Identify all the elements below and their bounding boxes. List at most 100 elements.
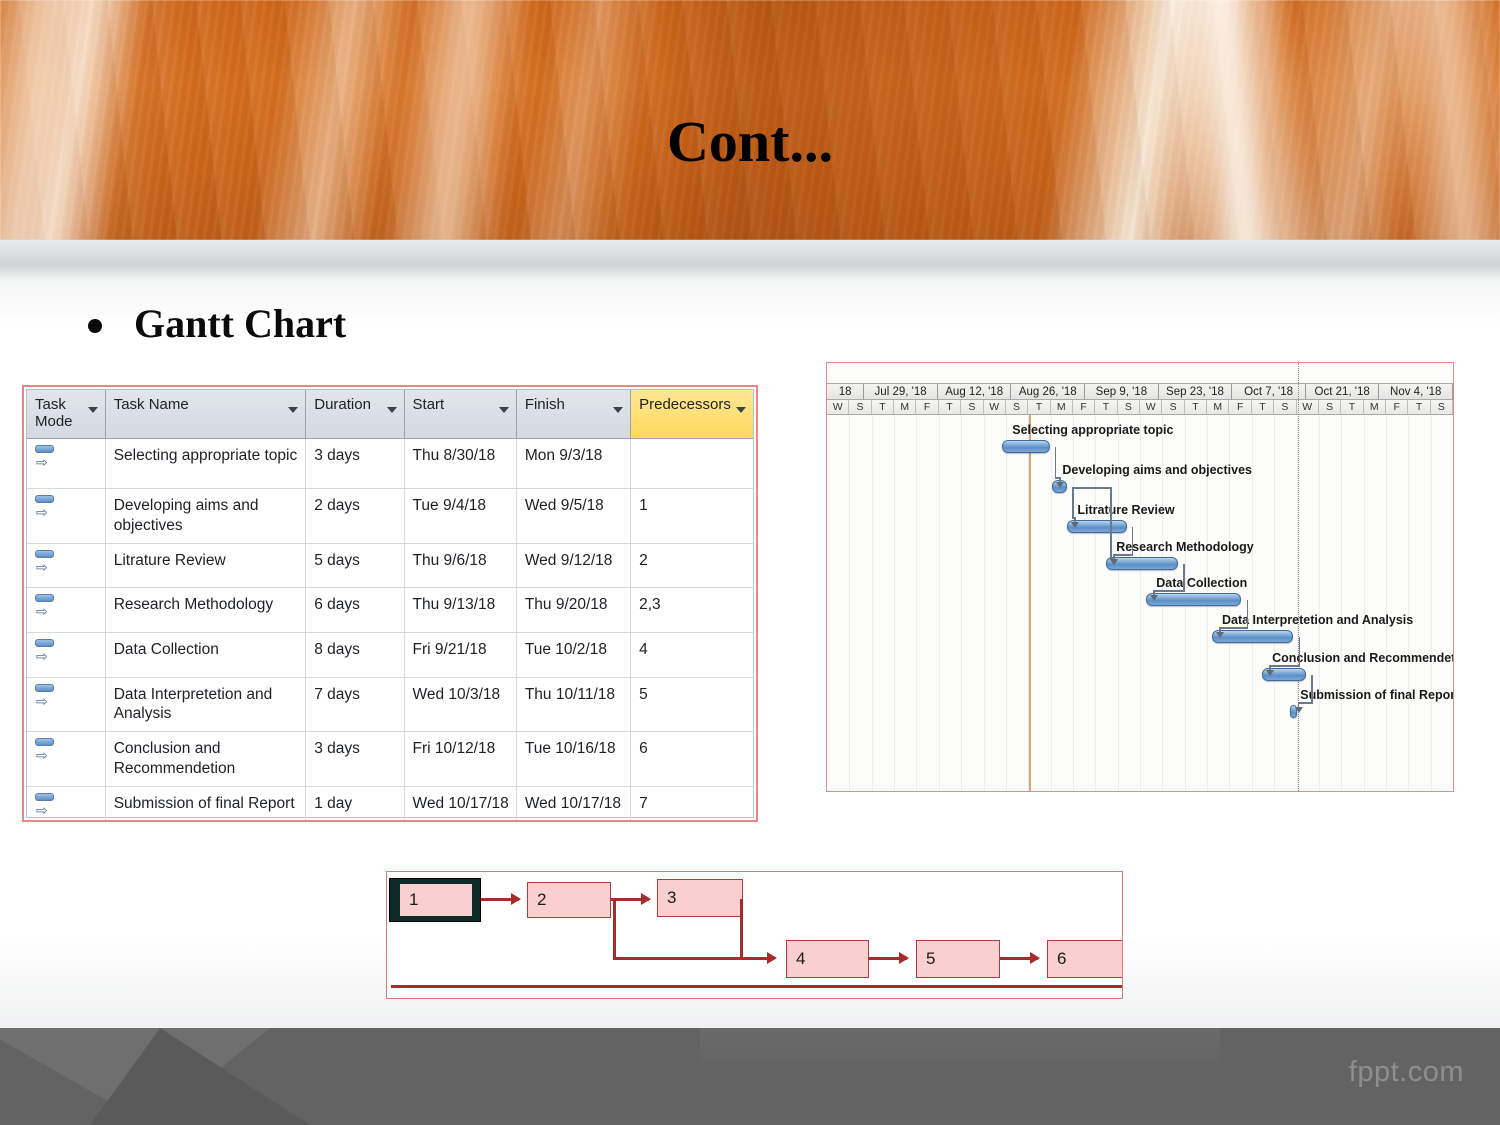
cell-finish[interactable]: Wed 9/5/18 — [516, 488, 632, 544]
gantt-bar[interactable] — [1002, 440, 1050, 453]
bullet-label: Gantt Chart — [134, 301, 347, 346]
chevron-down-icon[interactable] — [87, 407, 98, 413]
column-header-duration[interactable]: Duration — [305, 390, 405, 439]
cell-finish[interactable]: Wed 9/12/18 — [516, 543, 632, 588]
cell-duration[interactable]: 3 days — [305, 438, 405, 489]
cell-finish[interactable]: Thu 9/20/18 — [516, 587, 632, 633]
gantt-link-vertical — [1131, 527, 1134, 554]
table-row[interactable]: ⇨ Conclusion and Recommendetion 3 days Fri … — [27, 731, 753, 787]
auto-schedule-icon[interactable]: ⇨ — [35, 593, 57, 622]
network-node-4[interactable]: 4 — [786, 940, 869, 978]
gantt-link-branch-h — [1072, 487, 1111, 489]
cell-predecessors[interactable]: 1 — [630, 488, 753, 544]
network-node-1[interactable]: 1 — [400, 884, 472, 916]
network-node-2[interactable]: 2 — [527, 882, 611, 918]
table-row[interactable]: ⇨ Developing aims and objectives 2 days Tue… — [27, 488, 753, 544]
cell-task-mode[interactable]: ⇨ — [27, 438, 106, 489]
chevron-down-icon[interactable] — [613, 407, 624, 413]
cell-finish[interactable]: Thu 10/11/18 — [516, 677, 632, 733]
cell-start[interactable]: Wed 10/17/18 — [404, 786, 517, 820]
cell-duration[interactable]: 2 days — [305, 488, 405, 544]
network-node-3[interactable]: 3 — [657, 879, 743, 917]
cell-task-mode[interactable]: ⇨ — [27, 587, 106, 633]
auto-schedule-icon[interactable]: ⇨ — [35, 445, 57, 473]
cell-duration[interactable]: 3 days — [305, 731, 405, 787]
network-node-6[interactable]: 6 — [1047, 940, 1122, 978]
cell-predecessors[interactable] — [630, 438, 753, 489]
cell-task-mode[interactable]: ⇨ — [27, 677, 106, 733]
cell-predecessors[interactable]: 2 — [630, 543, 753, 588]
cell-task-name[interactable]: Submission of final Report — [105, 786, 307, 820]
cell-task-name[interactable]: Litrature Review — [105, 543, 307, 588]
cell-start[interactable]: Thu 9/13/18 — [404, 587, 517, 633]
gantt-bar-label: Selecting appropriate topic — [1012, 423, 1174, 437]
cell-duration[interactable]: 1 day — [305, 786, 405, 820]
table-row[interactable]: ⇨ Submission of final Report 1 day Wed 10/1… — [27, 786, 753, 820]
gantt-link-branch-arrow — [1110, 559, 1119, 565]
cell-predecessors[interactable]: 5 — [630, 677, 753, 733]
cell-finish[interactable]: Tue 10/16/18 — [516, 731, 632, 787]
column-header-finish[interactable]: Finish — [516, 390, 632, 439]
auto-schedule-icon[interactable]: ⇨ — [35, 683, 57, 712]
cell-finish[interactable]: Wed 10/17/18 — [516, 786, 632, 820]
auto-schedule-icon[interactable]: ⇨ — [35, 638, 57, 667]
cell-start[interactable]: Wed 10/3/18 — [404, 677, 517, 733]
cell-start[interactable]: Thu 9/6/18 — [404, 543, 517, 588]
cell-task-mode[interactable]: ⇨ — [27, 488, 106, 544]
auto-schedule-icon[interactable]: ⇨ — [35, 495, 57, 523]
table-row[interactable]: ⇨ Research Methodology 6 days Thu 9/13/18 Th… — [27, 587, 753, 633]
cell-start[interactable]: Tue 9/4/18 — [404, 488, 517, 544]
banner-drop-shadow — [0, 266, 1500, 282]
cell-start[interactable]: Fri 10/12/18 — [404, 731, 517, 787]
cell-duration[interactable]: 5 days — [305, 543, 405, 588]
cell-task-name[interactable]: Developing aims and objectives — [105, 488, 307, 544]
cell-duration[interactable]: 8 days — [305, 632, 405, 678]
chevron-down-icon[interactable] — [386, 407, 397, 413]
gantt-bar[interactable] — [1146, 593, 1242, 606]
column-header-start[interactable]: Start — [404, 390, 517, 439]
task-table: Task Mode Task Name Duration Start Finis… — [27, 390, 753, 820]
gantt-week-label: Aug 26, '18 — [1011, 384, 1086, 399]
auto-schedule-icon[interactable]: ⇨ — [35, 792, 57, 820]
gantt-day-label: W — [827, 400, 850, 414]
cell-predecessors[interactable]: 4 — [630, 632, 753, 678]
cell-task-mode[interactable]: ⇨ — [27, 543, 106, 588]
cell-task-name[interactable]: Data Collection — [105, 632, 307, 678]
chevron-down-icon[interactable] — [288, 407, 299, 413]
gantt-day-label: W — [984, 400, 1006, 414]
network-node-5[interactable]: 5 — [916, 940, 1000, 978]
auto-schedule-icon[interactable]: ⇨ — [35, 738, 57, 766]
cell-task-name[interactable]: Selecting appropriate topic — [105, 438, 307, 489]
cell-start[interactable]: Fri 9/21/18 — [404, 632, 517, 678]
cell-predecessors[interactable]: 6 — [630, 731, 753, 787]
cell-task-mode[interactable]: ⇨ — [27, 731, 106, 787]
gantt-day-label: M — [1051, 400, 1073, 414]
auto-schedule-icon-arrow: ⇨ — [36, 455, 48, 471]
column-header-task-name[interactable]: Task Name — [105, 390, 307, 439]
chevron-down-icon[interactable] — [736, 407, 746, 413]
cell-duration[interactable]: 7 days — [305, 677, 405, 733]
cell-finish[interactable]: Mon 9/3/18 — [516, 438, 632, 489]
cell-task-mode[interactable]: ⇨ — [27, 632, 106, 678]
cell-task-name[interactable]: Data Interpretetion and Analysis — [105, 677, 307, 733]
cell-task-name[interactable]: Conclusion and Recommendetion — [105, 731, 307, 787]
table-row[interactable]: ⇨ Selecting appropriate topic 3 days Thu 8/… — [27, 438, 753, 489]
cell-start[interactable]: Thu 8/30/18 — [404, 438, 517, 489]
table-row[interactable]: ⇨ Litrature Review 5 days Thu 9/6/18 Wed 9/1… — [27, 543, 753, 588]
cell-finish[interactable]: Tue 10/2/18 — [516, 632, 632, 678]
cell-task-name[interactable]: Research Methodology — [105, 587, 307, 633]
column-header-predecessors[interactable]: Predecessors — [630, 390, 753, 439]
cell-task-mode[interactable]: ⇨ — [27, 786, 106, 820]
column-header-start-label: Start — [412, 396, 445, 413]
gantt-link-arrow — [1266, 670, 1275, 676]
auto-schedule-icon[interactable]: ⇨ — [35, 549, 57, 578]
cell-duration[interactable]: 6 days — [305, 587, 405, 633]
table-row[interactable]: ⇨ Data Collection 8 days Fri 9/21/18 Tue 10/… — [27, 632, 753, 678]
column-header-task-mode[interactable]: Task Mode — [27, 390, 106, 439]
table-row[interactable]: ⇨ Data Interpretetion and Analysis 7 days W… — [27, 677, 753, 733]
cell-predecessors[interactable]: 2,3 — [630, 587, 753, 633]
chevron-down-icon[interactable] — [498, 407, 509, 413]
cell-predecessors[interactable]: 7 — [630, 786, 753, 820]
gantt-day-label: W — [1297, 400, 1319, 414]
gantt-day-label: S — [1006, 400, 1029, 414]
